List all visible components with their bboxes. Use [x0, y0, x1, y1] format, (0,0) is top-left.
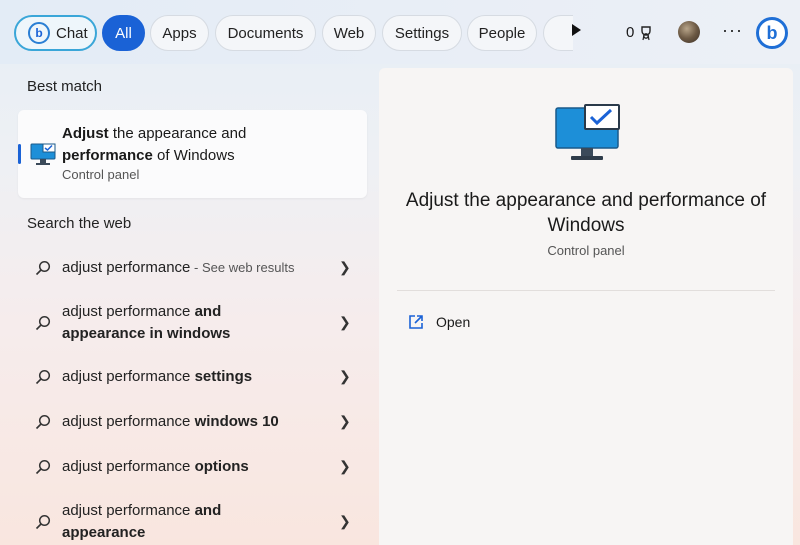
web-result-item[interactable]: adjust performance and appearance ❯	[18, 495, 367, 545]
best-title-rest-2: of Windows	[152, 147, 235, 164]
web-result-suggestion: and	[194, 502, 222, 519]
best-match-result[interactable]: Adjust the appearance and performance of…	[18, 110, 367, 198]
web-result-query: adjust performance	[62, 502, 195, 519]
detail-subtitle: Control panel	[547, 243, 625, 258]
best-match-heading: Best match	[27, 78, 103, 95]
tab-settings[interactable]: Settings	[382, 15, 462, 51]
chevron-right-icon[interactable]: ❯	[339, 458, 351, 475]
search-icon	[35, 514, 51, 530]
search-web-heading: Search the web	[27, 215, 132, 232]
tab-web-label: Web	[333, 24, 365, 42]
best-title-bold-2: performance	[62, 147, 153, 164]
web-result-item[interactable]: adjust performance - See web results ❯	[18, 250, 367, 286]
tab-documents-label: Documents	[227, 24, 304, 42]
chevron-right-icon[interactable]: ❯	[339, 413, 351, 430]
tab-chat[interactable]: b Chat	[14, 15, 97, 51]
tab-chat-label: Chat	[56, 24, 88, 42]
best-title-rest-1: the appearance and	[108, 125, 247, 142]
tab-settings-label: Settings	[394, 24, 450, 42]
web-result-hint: - See web results	[190, 260, 295, 275]
best-match-title: Adjust the appearance and performance of…	[62, 123, 362, 167]
rewards-count: 0	[626, 24, 635, 41]
chevron-right-icon[interactable]: ❯	[339, 513, 351, 530]
web-result-text: adjust performance windows 10	[62, 411, 332, 433]
open-action[interactable]: Open	[408, 314, 470, 330]
performance-monitor-icon	[30, 143, 56, 165]
chevron-right-icon[interactable]: ❯	[339, 259, 351, 276]
tab-apps-label: Apps	[162, 24, 197, 42]
web-result-item[interactable]: adjust performance and appearance in win…	[18, 296, 367, 350]
tab-people[interactable]: People	[467, 15, 537, 51]
scroll-tabs-right-icon[interactable]	[572, 24, 581, 36]
tab-people-label: People	[478, 24, 526, 42]
detail-title: Adjust the appearance and performance of…	[405, 190, 767, 236]
search-icon	[35, 414, 51, 430]
web-result-query: adjust performance	[62, 303, 195, 320]
avatar[interactable]	[678, 21, 700, 43]
tab-all[interactable]: All	[102, 15, 145, 51]
open-external-icon	[409, 315, 423, 329]
web-result-suggestion-line2: appearance in windows	[62, 325, 231, 342]
more-options-icon[interactable]: ···	[722, 20, 743, 41]
search-filter-bar: b Chat All Apps Documents Web Settings P…	[0, 0, 800, 64]
chevron-right-icon[interactable]: ❯	[339, 314, 351, 331]
web-result-suggestion: options	[194, 458, 249, 475]
web-result-text: adjust performance options	[62, 456, 332, 478]
trophy-icon	[641, 25, 652, 40]
web-result-suggestion: and	[194, 303, 222, 320]
web-result-query: adjust performance	[62, 413, 195, 430]
tab-all-label: All	[115, 24, 132, 42]
search-icon	[35, 260, 51, 276]
web-result-item[interactable]: adjust performance options ❯	[18, 449, 367, 485]
selection-indicator	[18, 144, 21, 164]
rewards-counter[interactable]: 0	[626, 24, 654, 41]
performance-monitor-large-icon	[555, 104, 620, 160]
web-result-suggestion: settings	[194, 368, 253, 385]
search-icon	[35, 459, 51, 475]
web-result-query: adjust performance	[62, 458, 195, 475]
bing-icon[interactable]: b	[756, 17, 788, 49]
web-result-suggestion-line2: appearance	[62, 524, 146, 541]
open-label: Open	[436, 314, 471, 330]
tab-apps[interactable]: Apps	[150, 15, 209, 51]
web-result-text: adjust performance settings	[62, 366, 332, 388]
web-result-suggestion: windows 10	[194, 413, 279, 430]
web-result-text: adjust performance and appearance in win…	[62, 301, 332, 345]
bing-chat-icon: b	[28, 22, 50, 44]
chevron-right-icon[interactable]: ❯	[339, 368, 351, 385]
search-icon	[35, 315, 51, 331]
tab-documents[interactable]: Documents	[215, 15, 316, 51]
detail-panel: Adjust the appearance and performance of…	[379, 68, 793, 545]
tab-overflow[interactable]	[543, 15, 573, 51]
web-result-item[interactable]: adjust performance windows 10 ❯	[18, 404, 367, 440]
web-result-query: adjust performance	[62, 368, 195, 385]
search-icon	[35, 369, 51, 385]
best-title-bold-1: Adjust	[62, 125, 109, 142]
web-result-query: adjust performance	[62, 259, 191, 276]
web-result-text: adjust performance - See web results	[62, 257, 332, 279]
divider	[397, 290, 775, 291]
best-match-subtitle: Control panel	[62, 167, 140, 182]
web-result-text: adjust performance and appearance	[62, 500, 332, 544]
tab-web[interactable]: Web	[322, 15, 376, 51]
web-result-item[interactable]: adjust performance settings ❯	[18, 359, 367, 395]
